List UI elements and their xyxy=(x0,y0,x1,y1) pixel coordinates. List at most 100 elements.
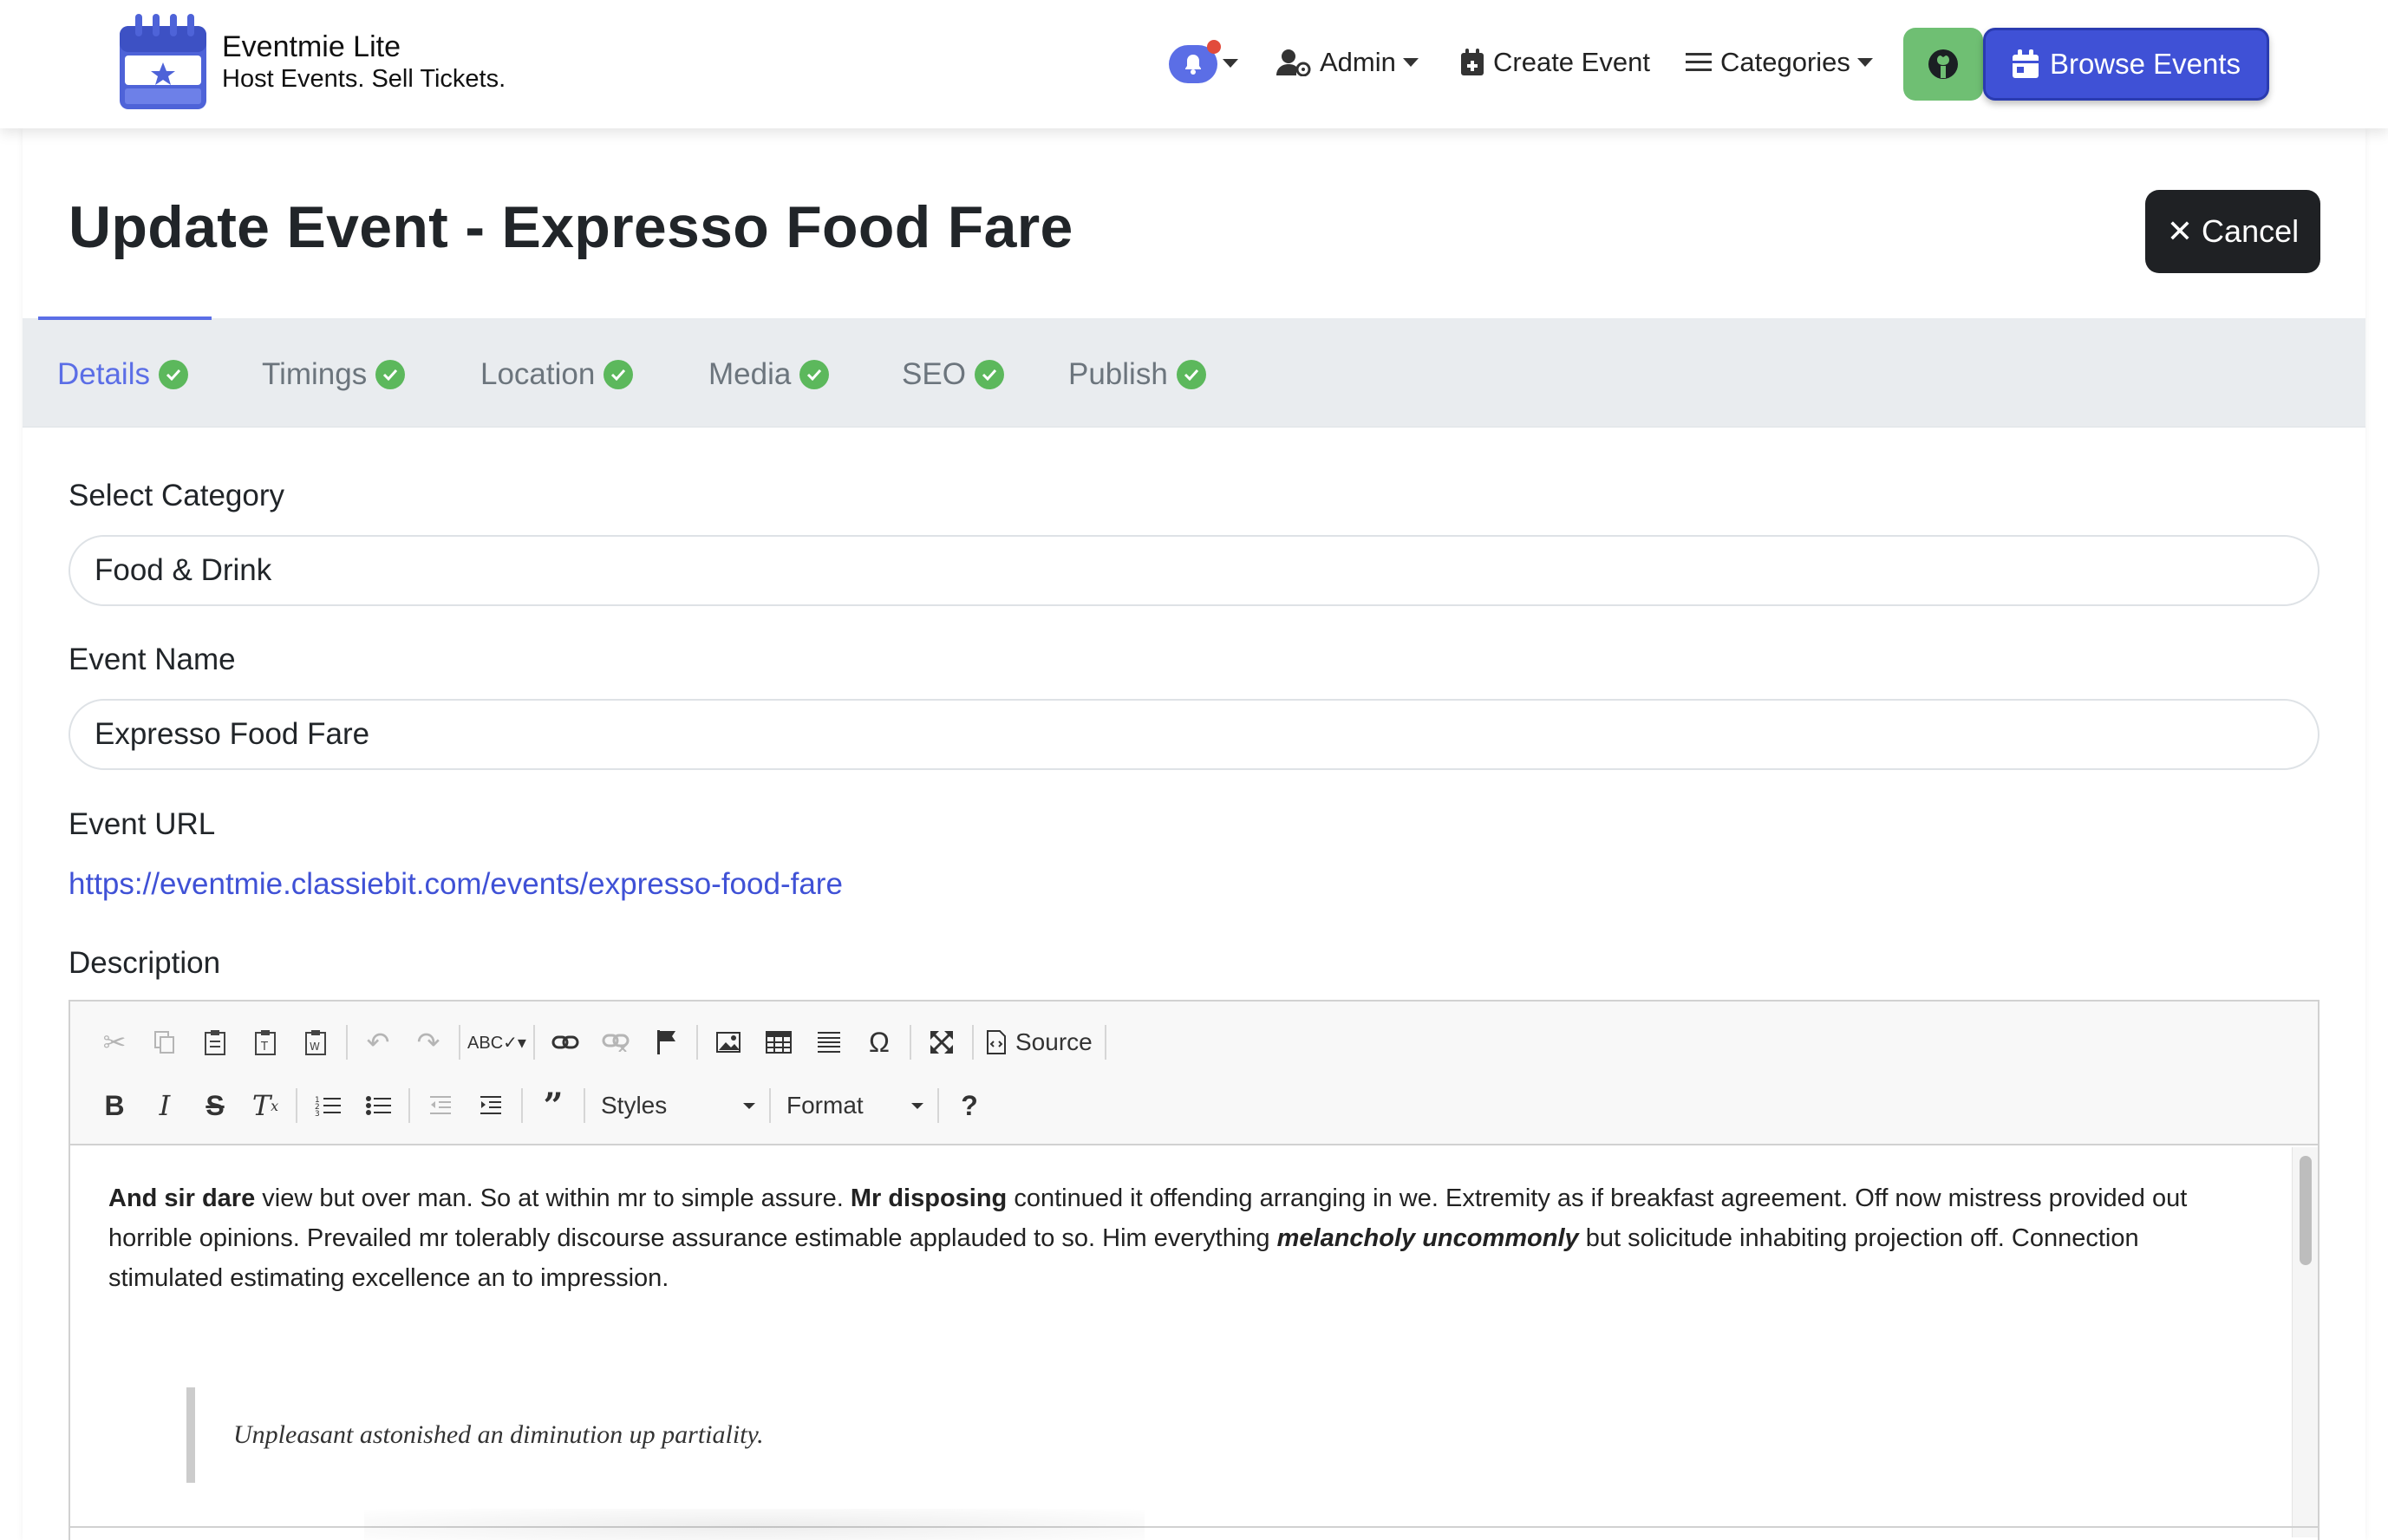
description-editor: ✂ T W ↶ ↷ ABC✓▾ Ω Source B I S T x 1 2 3… xyxy=(69,1000,2319,1540)
tab-seo[interactable]: SEO xyxy=(902,350,1004,399)
toolbar-row: ✂ T W ↶ ↷ ABC✓▾ Ω Source xyxy=(89,1016,1112,1068)
cancel-button[interactable]: ✕ Cancel xyxy=(2145,190,2320,273)
paste-text-icon[interactable]: T xyxy=(240,1020,290,1065)
bold-icon[interactable]: B xyxy=(89,1083,140,1128)
spellcheck-icon[interactable]: ABC✓▾ xyxy=(466,1020,528,1065)
browse-events-button[interactable]: Browse Events xyxy=(1983,28,2269,101)
event-name-label: Event Name xyxy=(69,643,236,676)
github-button[interactable] xyxy=(1903,28,1983,101)
calendar-icon xyxy=(2012,49,2039,78)
cancel-label: Cancel xyxy=(2202,213,2300,249)
format-dropdown[interactable]: Format xyxy=(776,1083,932,1128)
toolbar-separator xyxy=(346,1025,348,1060)
event-url-link[interactable]: https://eventmie.classiebit.com/events/e… xyxy=(69,867,843,902)
create-event-label: Create Event xyxy=(1493,47,1650,77)
category-label: Select Category xyxy=(69,479,285,512)
navbar: Eventmie Lite Host Events. Sell Tickets.… xyxy=(0,0,2388,128)
anchor-flag-icon[interactable] xyxy=(641,1020,691,1065)
tab-label: Timings xyxy=(262,357,368,391)
redo-icon[interactable]: ↷ xyxy=(403,1020,453,1065)
bulleted-list-icon[interactable] xyxy=(353,1083,403,1128)
toolbar-separator xyxy=(459,1025,460,1060)
category-select[interactable]: Food & Drink xyxy=(69,535,2319,606)
event-name-input[interactable]: Expresso Food Fare xyxy=(69,699,2319,770)
styles-dropdown[interactable]: Styles xyxy=(590,1083,764,1128)
editor-toolbar: ✂ T W ↶ ↷ ABC✓▾ Ω Source B I S T x 1 2 3… xyxy=(70,1002,2318,1145)
toolbar-separator xyxy=(533,1025,535,1060)
toolbar-separator xyxy=(1104,1025,1106,1060)
table-icon[interactable] xyxy=(754,1020,804,1065)
user-cog-icon xyxy=(1276,49,1311,76)
remove-format-icon[interactable]: Tx xyxy=(240,1083,290,1128)
admin-label: Admin xyxy=(1320,47,1396,77)
help-icon[interactable]: ? xyxy=(944,1083,995,1128)
format-label: Format xyxy=(786,1092,864,1119)
blockquote-icon[interactable]: ” xyxy=(528,1083,578,1128)
outdent-icon[interactable] xyxy=(415,1083,466,1128)
source-button[interactable]: Source xyxy=(979,1020,1099,1065)
toolbar-separator xyxy=(408,1088,410,1123)
editor-scrollbar[interactable] xyxy=(2292,1147,2318,1537)
create-event-link[interactable]: Create Event xyxy=(1460,42,1650,83)
horizontal-line-icon[interactable] xyxy=(804,1020,854,1065)
tab-details[interactable]: Details xyxy=(57,350,188,399)
tab-label: Publish xyxy=(1068,357,1168,391)
tab-label: Location xyxy=(480,357,596,391)
toolbar-separator xyxy=(584,1088,585,1123)
toolbar-row: B I S Tx 123 ” Styles Format ? xyxy=(89,1080,995,1132)
check-circle-icon xyxy=(1176,360,1206,389)
tab-location[interactable]: Location xyxy=(480,350,634,399)
check-circle-icon xyxy=(158,360,188,389)
admin-menu[interactable]: Admin xyxy=(1276,42,1419,83)
check-circle-icon xyxy=(974,360,1004,389)
indent-icon[interactable] xyxy=(466,1083,516,1128)
svg-text:T: T xyxy=(260,1041,268,1054)
tab-media[interactable]: Media xyxy=(708,350,830,399)
event-url-label: Event URL xyxy=(69,807,216,841)
eventmie-logo-icon xyxy=(120,14,206,109)
bell-icon xyxy=(1185,55,1201,75)
toolbar-separator xyxy=(910,1025,911,1060)
undo-icon[interactable]: ↶ xyxy=(353,1020,403,1065)
paste-word-icon[interactable]: W xyxy=(290,1020,341,1065)
cut-icon[interactable]: ✂ xyxy=(89,1020,140,1065)
brand[interactable]: Eventmie Lite Host Events. Sell Tickets. xyxy=(118,12,506,111)
maximize-icon[interactable] xyxy=(917,1020,967,1065)
tab-publish[interactable]: Publish xyxy=(1068,350,1206,399)
source-icon xyxy=(987,1030,1006,1054)
calendar-plus-icon xyxy=(1461,49,1484,75)
blockquote: Unpleasant astonished an diminution up p… xyxy=(186,1387,1227,1483)
toolbar-separator xyxy=(769,1088,771,1123)
special-char-icon[interactable]: Ω xyxy=(854,1020,904,1065)
github-icon xyxy=(1928,49,1958,79)
bold-text: Mr disposing xyxy=(850,1184,1008,1212)
active-tab-indicator xyxy=(38,316,212,320)
categories-label: Categories xyxy=(1720,47,1850,77)
tab-label: Media xyxy=(708,357,792,391)
chevron-down-icon[interactable] xyxy=(1223,59,1238,68)
check-circle-icon xyxy=(604,360,634,389)
bottom-shadow xyxy=(364,1509,1145,1540)
copy-icon[interactable] xyxy=(140,1020,190,1065)
link-icon[interactable] xyxy=(540,1020,590,1065)
source-label: Source xyxy=(1015,1028,1093,1055)
strikethrough-icon[interactable]: S xyxy=(190,1083,240,1128)
chevron-down-icon xyxy=(743,1103,755,1109)
tab-timings[interactable]: Timings xyxy=(262,350,406,399)
categories-menu[interactable]: Categories xyxy=(1686,42,1873,83)
tab-label: Details xyxy=(57,357,150,391)
svg-text:W: W xyxy=(310,1041,320,1053)
brand-tagline: Host Events. Sell Tickets. xyxy=(222,65,506,93)
italic-icon[interactable]: I xyxy=(140,1083,190,1128)
image-icon[interactable] xyxy=(703,1020,754,1065)
scrollbar-thumb[interactable] xyxy=(2300,1156,2312,1265)
toolbar-separator xyxy=(696,1025,698,1060)
chevron-down-icon xyxy=(1856,58,1873,67)
check-circle-icon xyxy=(375,360,406,389)
numbered-list-icon[interactable]: 123 xyxy=(303,1083,353,1128)
browse-events-label: Browse Events xyxy=(2049,48,2241,80)
unlink-icon[interactable] xyxy=(590,1020,641,1065)
toolbar-separator xyxy=(521,1088,523,1123)
paste-icon[interactable] xyxy=(190,1020,240,1065)
page-title: Update Event - Expresso Food Fare xyxy=(69,194,1073,260)
